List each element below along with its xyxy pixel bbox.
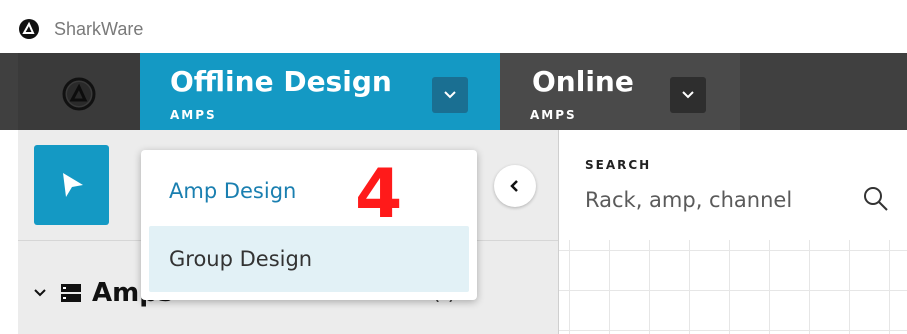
cursor-arrow-icon bbox=[62, 173, 83, 197]
shark-logo-icon bbox=[62, 77, 96, 111]
search-panel: SEARCH bbox=[559, 130, 907, 240]
menu-item-amp-design[interactable]: Amp Design bbox=[149, 158, 469, 224]
chevron-down-icon bbox=[444, 91, 456, 99]
design-mode-dropdown: Amp Design Group Design bbox=[141, 150, 477, 300]
tab-offline-design[interactable]: Offline Design AMPS bbox=[140, 53, 500, 130]
chevron-left-icon bbox=[510, 180, 518, 192]
tab-subtitle: AMPS bbox=[530, 108, 577, 122]
amp-rack-icon bbox=[61, 284, 81, 302]
tab-online[interactable]: Online AMPS bbox=[500, 53, 740, 130]
app-name: SharkWare bbox=[54, 19, 144, 39]
menu-item-group-design[interactable]: Group Design bbox=[149, 226, 469, 292]
search-input[interactable] bbox=[585, 182, 845, 218]
tab-title: Offline Design bbox=[170, 65, 392, 98]
chevron-down-icon[interactable] bbox=[32, 285, 48, 301]
tab-subtitle: AMPS bbox=[170, 108, 217, 122]
home-button[interactable] bbox=[18, 53, 140, 130]
select-tool-button[interactable] bbox=[34, 145, 109, 225]
step-annotation: 4 bbox=[355, 155, 403, 234]
tab-title: Online bbox=[532, 65, 634, 98]
collapse-panel-button[interactable] bbox=[494, 165, 536, 207]
search-icon[interactable] bbox=[863, 186, 889, 212]
chevron-down-icon bbox=[682, 91, 694, 99]
title-bar: SharkWare bbox=[0, 0, 907, 53]
design-canvas[interactable] bbox=[559, 240, 907, 334]
search-label: SEARCH bbox=[585, 158, 652, 172]
tab-dropdown-button[interactable] bbox=[432, 77, 468, 113]
shark-logo-icon bbox=[19, 19, 39, 39]
tab-dropdown-button[interactable] bbox=[670, 77, 706, 113]
